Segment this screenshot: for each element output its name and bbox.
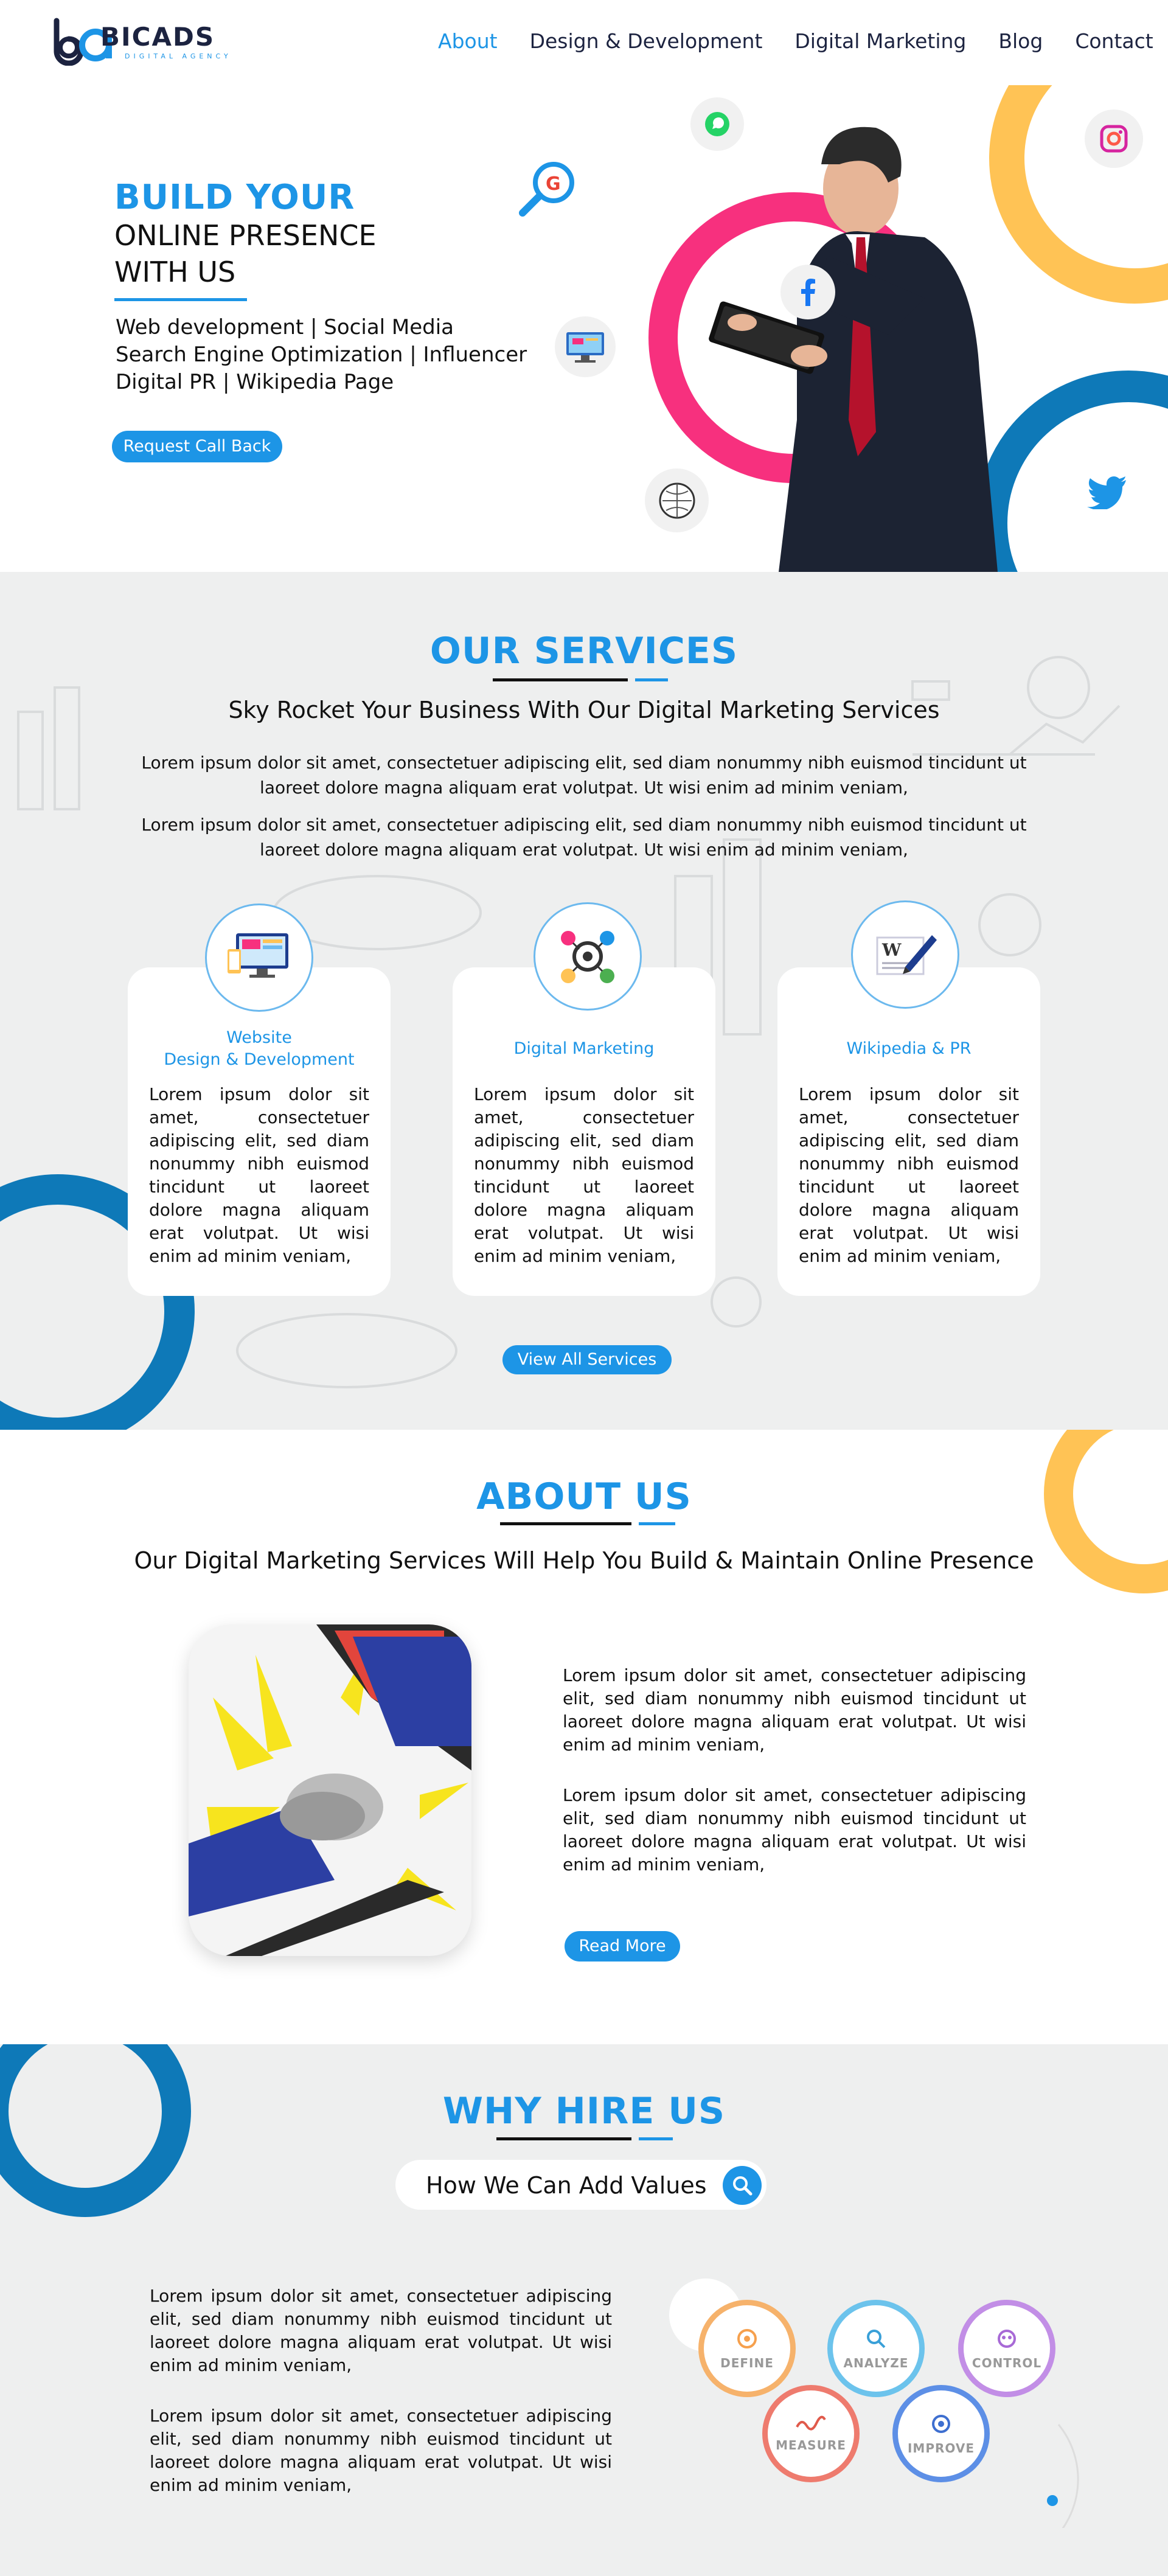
wave-chart-icon	[796, 2415, 826, 2431]
title-underline-accent	[639, 2137, 673, 2140]
search-icon[interactable]	[723, 2166, 762, 2205]
why-title: WHY HIRE US	[442, 2090, 726, 2132]
card-title: Digital Marketing	[513, 1039, 655, 1058]
service-card-marketing[interactable]: Digital Marketing Lorem ipsum dolor sit …	[453, 967, 715, 1296]
step-label: CONTROL	[972, 2356, 1042, 2370]
about-paragraph: Lorem ipsum dolor sit amet, consectetuer…	[563, 1665, 1026, 1755]
control-icon	[998, 2330, 1016, 2348]
step-improve: IMPROVE	[892, 2385, 990, 2482]
nav-item-digital-marketing[interactable]: Digital Marketing	[794, 29, 966, 53]
handshake-illustration	[189, 1624, 471, 1956]
title-underline-dark	[500, 1522, 631, 1525]
view-all-services-button[interactable]: View All Services	[502, 1345, 672, 1374]
hero-section: BUILD YOUR ONLINE PRESENCE WITH US Web d…	[0, 85, 1168, 572]
read-more-button[interactable]: Read More	[565, 1931, 680, 1962]
google-search-icon: G	[514, 155, 581, 222]
step-analyze: ANALYZE	[827, 2300, 925, 2397]
brand-tagline: DIGITAL AGENCY	[125, 52, 232, 60]
services-paragraph: Lorem ipsum dolor sit amet, consectetuer…	[141, 753, 1027, 798]
card-body: Lorem ipsum dolor sit amet, consectetuer…	[799, 1084, 1019, 1266]
title-underline-accent	[635, 678, 668, 681]
card-title: Website	[226, 1028, 292, 1047]
about-subtitle: Our Digital Marketing Services Will Help…	[134, 1547, 1034, 1574]
why-paragraph: Lorem ipsum dolor sit amet, consectetuer…	[150, 2286, 612, 2375]
step-label: ANALYZE	[843, 2356, 909, 2370]
title-underline-dark	[493, 678, 628, 681]
step-control: CONTROL	[958, 2300, 1055, 2397]
web-design-icon	[205, 903, 313, 1012]
main-nav: About Design & Development Digital Marketi…	[438, 29, 1168, 53]
values-search-text: How We Can Add Values	[426, 2172, 707, 2199]
card-title: Wikipedia & PR	[846, 1039, 972, 1058]
whatsapp-icon	[690, 97, 744, 151]
wikipedia-pen-icon: W	[851, 900, 959, 1009]
blue-ring	[976, 371, 1168, 572]
brand-logo[interactable]: BICADS DIGITAL AGENCY	[52, 17, 246, 66]
services-subtitle: Sky Rocket Your Business With Our Digita…	[228, 697, 940, 723]
target-icon	[737, 2329, 757, 2348]
facebook-icon	[780, 265, 835, 319]
instagram-icon	[1085, 110, 1143, 168]
why-paragraph: Lorem ipsum dolor sit amet, consectetuer…	[150, 2406, 612, 2495]
services-title: OUR SERVICES	[429, 630, 739, 672]
brand-name: BICADS	[100, 22, 215, 52]
why-hire-section: WHY HIRE US How We Can Add Values Lorem …	[0, 2044, 1168, 2576]
card-body: Lorem ipsum dolor sit amet, consectetuer…	[474, 1084, 694, 1266]
step-label: IMPROVE	[907, 2441, 975, 2456]
computer-icon	[555, 316, 616, 377]
service-card-web[interactable]: Website Design & Development Lorem ipsum…	[128, 967, 391, 1296]
site-header: BICADS DIGITAL AGENCY About Design & Deve…	[0, 0, 1168, 85]
nav-item-blog[interactable]: Blog	[998, 29, 1043, 53]
nav-item-design-development[interactable]: Design & Development	[530, 29, 763, 53]
title-underline-accent	[639, 1522, 675, 1525]
about-title: ABOUT US	[476, 1475, 692, 1518]
svg-text:W: W	[881, 940, 902, 960]
step-label: DEFINE	[720, 2356, 774, 2370]
yellow-ring	[989, 85, 1168, 304]
digital-marketing-icon	[534, 902, 642, 1011]
card-title: Design & Development	[164, 1050, 355, 1069]
values-search-bar[interactable]: How We Can Add Values	[395, 2160, 766, 2210]
step-measure: MEASURE	[762, 2385, 860, 2482]
nav-item-contact[interactable]: Contact	[1075, 29, 1153, 53]
card-body: Lorem ipsum dolor sit amet, consectetuer…	[149, 1084, 369, 1266]
twitter-icon	[1083, 468, 1132, 517]
service-card-wikipedia[interactable]: Wikipedia & PR Lorem ipsum dolor sit ame…	[777, 967, 1040, 1296]
magnifier-icon	[867, 2330, 886, 2348]
wikipedia-icon	[645, 468, 709, 532]
svg-text:G: G	[546, 173, 561, 195]
title-underline-dark	[496, 2137, 631, 2140]
about-section: ABOUT US Our Digital Marketing Services …	[0, 1430, 1168, 2044]
businessman-illustration	[709, 127, 998, 572]
step-label: MEASURE	[776, 2438, 846, 2452]
nav-item-about[interactable]: About	[438, 29, 498, 53]
services-paragraph: Lorem ipsum dolor sit amet, consectetuer…	[141, 815, 1027, 860]
about-paragraph: Lorem ipsum dolor sit amet, consectetuer…	[563, 1785, 1026, 1875]
improve-icon	[932, 2415, 950, 2433]
step-define: DEFINE	[698, 2300, 796, 2397]
services-section: OUR SERVICES Sky Rocket Your Business Wi…	[0, 572, 1168, 1430]
